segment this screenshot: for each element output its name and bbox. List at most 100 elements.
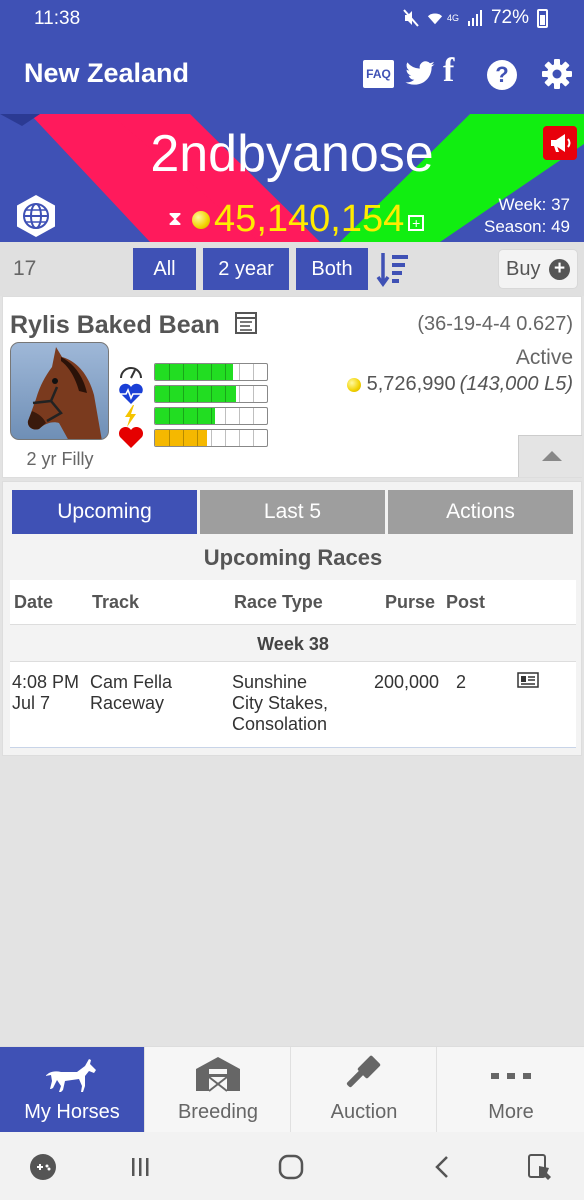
stat-bar bbox=[154, 363, 268, 381]
plus-icon: + bbox=[549, 259, 570, 280]
filter-age-button[interactable]: 2 year bbox=[203, 248, 289, 290]
horse-icon bbox=[46, 1059, 96, 1092]
nav-label: My Horses bbox=[24, 1101, 120, 1123]
faq-button[interactable]: FAQ bbox=[363, 60, 394, 88]
stat-bar-divider bbox=[183, 430, 184, 446]
stat-energy bbox=[118, 405, 268, 427]
week-season: Week: 37 Season: 49 bbox=[484, 194, 570, 238]
stat-bar bbox=[154, 407, 268, 425]
filter-bar: 17 All 2 year Both Buy + bbox=[0, 242, 584, 296]
stat-fill bbox=[155, 386, 236, 402]
col-post: Post bbox=[446, 592, 486, 612]
col-race-type: Race Type bbox=[234, 592, 323, 612]
recent-apps-icon[interactable] bbox=[125, 1152, 155, 1182]
screen-touch-icon[interactable] bbox=[525, 1152, 555, 1182]
add-funds-button[interactable]: + bbox=[408, 214, 425, 231]
nav-label: Breeding bbox=[177, 1101, 259, 1123]
col-date: Date bbox=[14, 592, 54, 612]
nav-my-horses[interactable]: My Horses bbox=[0, 1047, 145, 1133]
tab-last5[interactable]: Last 5 bbox=[200, 490, 385, 534]
buy-button[interactable]: Buy + bbox=[498, 249, 578, 289]
track-line-1: Cam Fella bbox=[90, 672, 173, 692]
stat-bar-divider bbox=[211, 408, 212, 424]
megaphone-icon[interactable] bbox=[543, 126, 577, 160]
stat-bar-divider bbox=[225, 364, 226, 380]
game-tools-icon[interactable] bbox=[28, 1152, 58, 1182]
table-row[interactable]: 4:08 PM Jul 7 Cam Fella Raceway Sunshine… bbox=[10, 662, 576, 748]
heart-icon bbox=[118, 427, 144, 448]
race-card-icon[interactable] bbox=[517, 672, 539, 688]
stat-stamina bbox=[118, 383, 268, 404]
race-type-line-1: Sunshine bbox=[232, 672, 308, 692]
heartbeat-icon bbox=[119, 383, 143, 404]
more-dots-icon bbox=[491, 1073, 531, 1079]
lightning-icon bbox=[125, 405, 136, 427]
stat-fill bbox=[155, 364, 234, 380]
stat-bar-divider bbox=[197, 386, 198, 402]
stat-bar-divider bbox=[225, 430, 226, 446]
status-bar: 11:38 4G 72% bbox=[0, 0, 584, 36]
status-icons: 4G 72% bbox=[403, 7, 548, 29]
tab-actions[interactable]: Actions bbox=[388, 490, 573, 534]
table-header: Date Track Race Type Purse Post bbox=[10, 580, 576, 624]
col-purse: Purse bbox=[385, 592, 436, 612]
stat-bar-divider bbox=[239, 408, 240, 424]
globe-icon[interactable] bbox=[14, 194, 58, 238]
upcoming-races-table: Date Track Race Type Purse Post Week 38 … bbox=[10, 580, 576, 748]
race-track: Cam Fella Raceway bbox=[90, 672, 172, 714]
stat-health bbox=[118, 427, 268, 448]
nav-more[interactable]: More bbox=[438, 1047, 584, 1133]
facebook-icon[interactable]: f bbox=[443, 52, 454, 90]
home-icon[interactable] bbox=[276, 1152, 306, 1182]
stat-speed bbox=[118, 363, 268, 381]
stat-fill bbox=[155, 430, 207, 446]
coin-icon bbox=[346, 377, 361, 392]
gear-icon[interactable] bbox=[541, 58, 573, 90]
horse-card[interactable]: Rylis Baked Bean (36-19-4-4 0.627) Activ… bbox=[2, 296, 582, 478]
balance-amount: 45,140,154 bbox=[214, 198, 405, 240]
stat-bar-divider bbox=[169, 430, 170, 446]
battery-percent: 72% bbox=[490, 7, 529, 28]
system-nav-bar bbox=[0, 1132, 584, 1200]
filter-sex-button[interactable]: Both bbox=[296, 248, 368, 290]
stat-bar-divider bbox=[225, 408, 226, 424]
stat-bar-divider bbox=[211, 386, 212, 402]
week-label: Week: 37 bbox=[498, 195, 570, 214]
nav-breeding[interactable]: Breeding bbox=[146, 1047, 291, 1133]
race-purse: 200,000 bbox=[374, 672, 440, 692]
stable-name: 2ndbyanose bbox=[150, 125, 434, 183]
back-icon[interactable] bbox=[428, 1152, 458, 1182]
stat-bar-divider bbox=[253, 430, 254, 446]
track-line-2: Raceway bbox=[90, 693, 165, 713]
horse-detail-panel: Upcoming Last 5 Actions Upcoming Races D… bbox=[2, 481, 582, 756]
race-type-line-3: Consolation bbox=[232, 714, 328, 734]
balance-display: ⧗ 45,140,154 + bbox=[168, 198, 425, 241]
twitter-icon[interactable] bbox=[404, 58, 436, 90]
stat-bar-divider bbox=[211, 430, 212, 446]
nav-auction[interactable]: Auction bbox=[292, 1047, 437, 1133]
collapse-toggle[interactable] bbox=[518, 435, 582, 477]
race-time: 4:08 PM bbox=[12, 672, 80, 692]
notes-icon[interactable] bbox=[234, 311, 258, 335]
stat-bar-divider bbox=[197, 430, 198, 446]
network-type: 4G bbox=[446, 13, 459, 23]
horse-age: 2 yr Filly bbox=[26, 449, 94, 469]
sort-icon[interactable] bbox=[376, 250, 410, 288]
nav-label: Auction bbox=[330, 1101, 398, 1123]
status-time: 11:38 bbox=[34, 8, 81, 29]
stat-bar bbox=[154, 385, 268, 403]
section-title: Upcoming Races bbox=[203, 545, 383, 570]
help-button[interactable]: ? bbox=[487, 60, 517, 90]
stat-bar-divider bbox=[239, 386, 240, 402]
stat-bar-divider bbox=[183, 408, 184, 424]
filter-all-button[interactable]: All bbox=[133, 248, 196, 290]
stat-bar-divider bbox=[239, 430, 240, 446]
earnings-amount: 5,726,990 bbox=[366, 373, 456, 395]
horse-avatar[interactable] bbox=[10, 342, 109, 440]
tab-upcoming[interactable]: Upcoming bbox=[12, 490, 197, 534]
horse-earnings: 5,726,990 (143,000 L5) bbox=[346, 373, 573, 396]
barn-icon bbox=[196, 1057, 240, 1092]
horse-head-image bbox=[27, 347, 102, 439]
signal-icon bbox=[467, 10, 482, 26]
race-type: Sunshine City Stakes, Consolation bbox=[232, 672, 328, 735]
